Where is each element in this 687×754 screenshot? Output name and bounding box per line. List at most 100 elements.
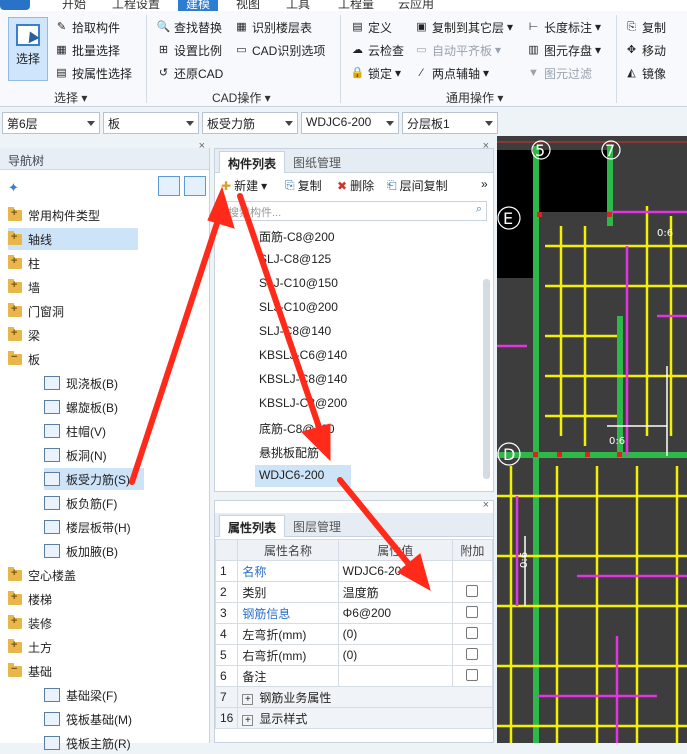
nav-item[interactable]: 楼梯	[8, 588, 52, 610]
nav-item[interactable]: 墙	[8, 276, 40, 298]
tab-layer-management[interactable]: 图层管理	[285, 515, 349, 537]
tab-tools[interactable]: 工具	[286, 0, 310, 11]
component-select[interactable]: WDJC6-200	[301, 112, 399, 134]
tab-cloud[interactable]: 云应用	[398, 0, 434, 11]
set-scale-button[interactable]: ⊞ 设置比例	[156, 40, 222, 60]
component-list-item[interactable]: SLJ-C8@140	[255, 321, 335, 343]
extra-checkbox[interactable]	[466, 605, 479, 618]
find-replace-button[interactable]: 🔍 查找替换	[156, 17, 222, 37]
expand-icon[interactable]: +	[242, 714, 254, 726]
component-list-item[interactable]: 悬挑板配筋	[255, 441, 323, 463]
delete-component-button[interactable]: ✖ 删除	[337, 177, 374, 194]
nav-item[interactable]: 基础梁(F)	[44, 684, 117, 706]
nav-item[interactable]: 基础	[8, 660, 52, 682]
batch-select-button[interactable]: ▦ 批量选择	[54, 40, 120, 60]
card-view-icon[interactable]	[184, 176, 206, 196]
component-list-item[interactable]: WDJC6-200	[255, 465, 351, 487]
table-row[interactable]: 1 名称 WDJC6-200	[214, 560, 494, 582]
copy-button[interactable]: ⎘ 复制	[624, 17, 666, 37]
tab-component-list[interactable]: 构件列表	[219, 151, 286, 173]
more-icon[interactable]: »	[481, 177, 488, 191]
nav-item[interactable]: 螺旋板(B)	[44, 396, 118, 418]
extra-checkbox[interactable]	[466, 647, 479, 660]
property-value[interactable]: (0)	[337, 644, 453, 666]
cloud-check-button[interactable]: ☁ 云检查	[350, 40, 404, 60]
group-general-label[interactable]: 通用操作 ▾	[446, 89, 503, 106]
component-list-item[interactable]: KBSLJ-C8@140	[255, 369, 351, 391]
table-row[interactable]: 7 + 钢筋业务属性	[214, 686, 493, 708]
select-button[interactable]: 选择	[8, 17, 48, 81]
component-list-item[interactable]: KBSLJ-C8@200	[255, 393, 351, 415]
mirror-button[interactable]: ◭ 镜像	[624, 63, 666, 83]
nav-item[interactable]: 楼层板带(H)	[44, 516, 131, 538]
save-elements-button[interactable]: ▥ 图元存盘 ▾	[526, 40, 601, 60]
component-list-item[interactable]: SLJ-C8@125	[255, 249, 335, 271]
new-component-button[interactable]: ✚ 新建 ▾	[221, 177, 267, 194]
select-by-attr-button[interactable]: ▤ 按属性选择	[54, 63, 132, 83]
component-list-item[interactable]: 面筋-C8@200	[255, 225, 339, 247]
nav-item[interactable]: 板加腋(B)	[44, 540, 118, 562]
component-list-item[interactable]: 底筋-C8@200	[255, 417, 339, 439]
copy-component-button[interactable]: ⎘ 复制	[285, 177, 322, 194]
nav-item[interactable]: 轴线	[8, 228, 138, 250]
property-value[interactable]: WDJC6-200	[337, 560, 453, 582]
tab-drawing-management[interactable]: 图纸管理	[285, 151, 349, 173]
nav-item[interactable]: 板受力筋(S)	[44, 468, 144, 490]
inter-floor-copy-button[interactable]: ⎗ 层间复制	[387, 177, 448, 194]
property-value[interactable]: (0)	[337, 623, 453, 645]
extra-checkbox[interactable]	[466, 584, 479, 597]
nav-item[interactable]: 柱帽(V)	[44, 420, 106, 442]
nav-item[interactable]: 空心楼盖	[8, 564, 76, 586]
tab-property-list[interactable]: 属性列表	[219, 515, 286, 537]
extra-checkbox[interactable]	[466, 626, 479, 639]
property-value[interactable]	[337, 665, 453, 687]
two-point-axis-button[interactable]: ⁄ 两点辅轴 ▾	[414, 63, 489, 83]
table-row[interactable]: 6 备注	[214, 665, 494, 687]
define-button[interactable]: ▤ 定义	[350, 17, 392, 37]
element-filter-button[interactable]: ▼ 图元过滤	[526, 63, 592, 83]
list-view-icon[interactable]	[158, 176, 180, 196]
group-cad-label[interactable]: CAD操作 ▾	[212, 89, 271, 106]
nav-item[interactable]: 筏板主筋(R)	[44, 732, 131, 754]
floor-select[interactable]: 第6层	[2, 112, 100, 134]
nav-item[interactable]: 板洞(N)	[44, 444, 107, 466]
close-icon[interactable]: ×	[483, 140, 489, 152]
restore-cad-button[interactable]: ↺ 还原CAD	[156, 63, 223, 83]
tab-quantities[interactable]: 工程量	[338, 0, 374, 11]
nav-item[interactable]: 土方	[8, 636, 52, 658]
nav-item[interactable]: 板	[8, 348, 40, 370]
scrollbar[interactable]	[483, 279, 490, 479]
cad-options-button[interactable]: ▭ CAD识别选项	[234, 40, 325, 60]
auto-level-slab-button[interactable]: ▭ 自动平齐板 ▾	[414, 40, 501, 60]
lock-button[interactable]: 🔒 锁定 ▾	[350, 63, 401, 83]
tab-modeling[interactable]: 建模	[178, 0, 219, 11]
nav-item[interactable]: 板负筋(F)	[44, 492, 117, 514]
move-button[interactable]: ✥ 移动	[624, 40, 666, 60]
expand-icon[interactable]: +	[242, 693, 254, 705]
nav-item[interactable]: 筏板基础(M)	[44, 708, 132, 730]
property-value[interactable]: 温度筋	[337, 581, 453, 603]
nav-item[interactable]: 梁	[8, 324, 40, 346]
nav-item[interactable]: 装修	[8, 612, 52, 634]
nav-item[interactable]: 柱	[8, 252, 40, 274]
component-list-item[interactable]: SLJ-C10@150	[255, 273, 342, 295]
close-icon[interactable]: ×	[483, 499, 489, 511]
property-value[interactable]: Φ6@200	[337, 602, 453, 624]
table-row[interactable]: 5 右弯折(mm) (0)	[214, 644, 494, 666]
component-list-item[interactable]: KBSLJ-C6@140	[255, 345, 351, 367]
extra-checkbox[interactable]	[466, 668, 479, 681]
close-icon[interactable]: ×	[199, 140, 205, 152]
nav-item[interactable]: 门窗洞	[8, 300, 64, 322]
component-search-input[interactable]: 搜索构件... ⌕	[223, 201, 487, 221]
pick-component-button[interactable]: ✎ 拾取构件	[54, 17, 120, 37]
expand-all-icon[interactable]: ✦	[8, 180, 19, 196]
nav-item[interactable]: 常用构件类型	[8, 204, 100, 226]
tab-project-settings[interactable]: 工程设置	[112, 0, 160, 11]
copy-to-other-floor-button[interactable]: ▣ 复制到其它层 ▾	[414, 17, 513, 37]
nav-item[interactable]: 现浇板(B)	[44, 372, 118, 394]
component-list-item[interactable]: SLJ-C10@200	[255, 297, 342, 319]
component-type-select[interactable]: 板受力筋	[202, 112, 298, 134]
app-logo-icon[interactable]	[0, 0, 30, 10]
table-row[interactable]: 4 左弯折(mm) (0)	[214, 623, 494, 645]
table-row[interactable]: 3 钢筋信息 Φ6@200	[214, 602, 494, 624]
